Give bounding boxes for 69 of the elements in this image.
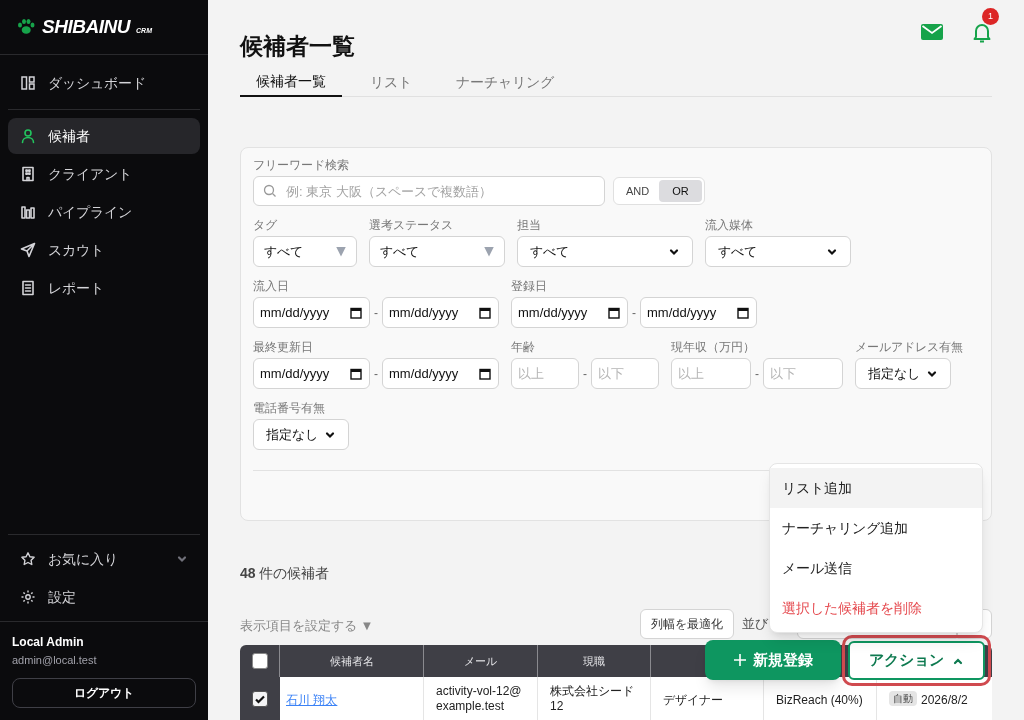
user-name: Local Admin — [12, 633, 85, 650]
filter-label: 選考ステータス — [369, 218, 454, 232]
table-cell: BizReach (40%) — [776, 693, 863, 707]
number-field[interactable]: 以下 — [591, 358, 659, 389]
filter-label: タグ — [253, 218, 278, 232]
range-separator: - — [755, 365, 759, 382]
tag-select[interactable]: すべて — [253, 236, 357, 267]
result-count: 48 件の候補者 — [240, 564, 330, 583]
sort-label: 並び — [742, 615, 769, 634]
action-button[interactable]: アクション — [848, 641, 985, 680]
select-field[interactable]: すべて — [705, 236, 851, 267]
date-field[interactable]: mm/dd/yyyy — [253, 358, 370, 389]
menu-item[interactable]: メール送信 — [770, 548, 982, 588]
tab[interactable]: ナーチャリング — [440, 66, 570, 97]
fit-columns-button[interactable]: 列幅を最適化 — [640, 609, 734, 639]
table-cell: activity-vol-12@example.test — [436, 684, 522, 713]
table-cell: デザイナー — [663, 693, 723, 707]
filter-label: 最終更新日 — [253, 340, 314, 354]
filter-label: 担当 — [517, 218, 542, 232]
number-field[interactable]: 以下 — [763, 358, 843, 389]
sidebar-item[interactable]: 候補者 — [8, 118, 200, 154]
filter-label: 流入媒体 — [705, 218, 754, 232]
notification-badge: 1 — [982, 8, 999, 25]
select-field[interactable]: 指定なし — [855, 358, 951, 389]
filter-label: メールアドレス有無 — [855, 340, 963, 354]
select-field[interactable]: すべて — [517, 236, 693, 267]
filter-label: 現年収（万円） — [671, 340, 756, 354]
number-field[interactable]: 以上 — [671, 358, 751, 389]
table-cell-text: 2026/8/2 — [921, 692, 968, 709]
date-field[interactable]: mm/dd/yyyy — [640, 297, 757, 328]
toggle-option[interactable]: OR — [659, 180, 702, 202]
range-separator: - — [632, 304, 636, 321]
tab[interactable]: 候補者一覧 — [240, 66, 342, 97]
filter-label: フリーワード検索 — [253, 158, 349, 172]
logout-button[interactable]: ログアウト — [12, 678, 196, 708]
select-field[interactable]: 指定なし — [253, 419, 349, 450]
logo-text: SHIBAINU — [42, 14, 131, 39]
filter-label: 年齢 — [511, 340, 536, 354]
sidebar-item[interactable]: お気に入り — [8, 540, 200, 577]
date-field[interactable]: mm/dd/yyyy — [382, 358, 499, 389]
filter-label: 流入日 — [253, 279, 290, 293]
menu-item[interactable]: リスト追加 — [770, 468, 982, 508]
toggle-option[interactable]: AND — [616, 180, 659, 202]
new-registration-button[interactable]: 新規登録 — [705, 640, 841, 680]
number-field[interactable]: 以上 — [511, 358, 579, 389]
sidebar-item[interactable]: ダッシュボード — [8, 65, 200, 101]
filter-label: 登録日 — [511, 279, 548, 293]
sidebar-item[interactable]: レポート — [8, 270, 200, 306]
page-title: 候補者一覧 — [240, 32, 355, 60]
date-field[interactable]: mm/dd/yyyy — [382, 297, 499, 328]
auto-badge: 自動 — [889, 691, 917, 706]
tab[interactable]: リスト — [354, 66, 428, 97]
sidebar-item[interactable]: クライアント — [8, 156, 200, 192]
date-field[interactable]: mm/dd/yyyy — [253, 297, 370, 328]
tag-select[interactable]: すべて — [369, 236, 505, 267]
user-email: admin@local.test — [12, 652, 98, 668]
menu-item[interactable]: 選択した候補者を削除 — [770, 588, 982, 628]
menu-item[interactable]: ナーチャリング追加 — [770, 508, 982, 548]
date-field[interactable]: mm/dd/yyyy — [511, 297, 628, 328]
candidate-name-link[interactable]: 石川 翔太 — [286, 693, 338, 707]
range-separator: - — [374, 365, 378, 382]
sidebar-item[interactable]: スカウト — [8, 232, 200, 268]
sidebar-item[interactable]: 設定 — [8, 578, 200, 615]
filter-label: 電話番号有無 — [253, 401, 326, 415]
sidebar-item[interactable]: パイプライン — [8, 194, 200, 230]
search-field[interactable]: 例: 東京 大阪（スペースで複数語） — [253, 176, 605, 206]
range-separator: - — [374, 304, 378, 321]
table-cell: 株式会社シード 12 — [550, 684, 634, 713]
range-separator: - — [583, 365, 587, 382]
